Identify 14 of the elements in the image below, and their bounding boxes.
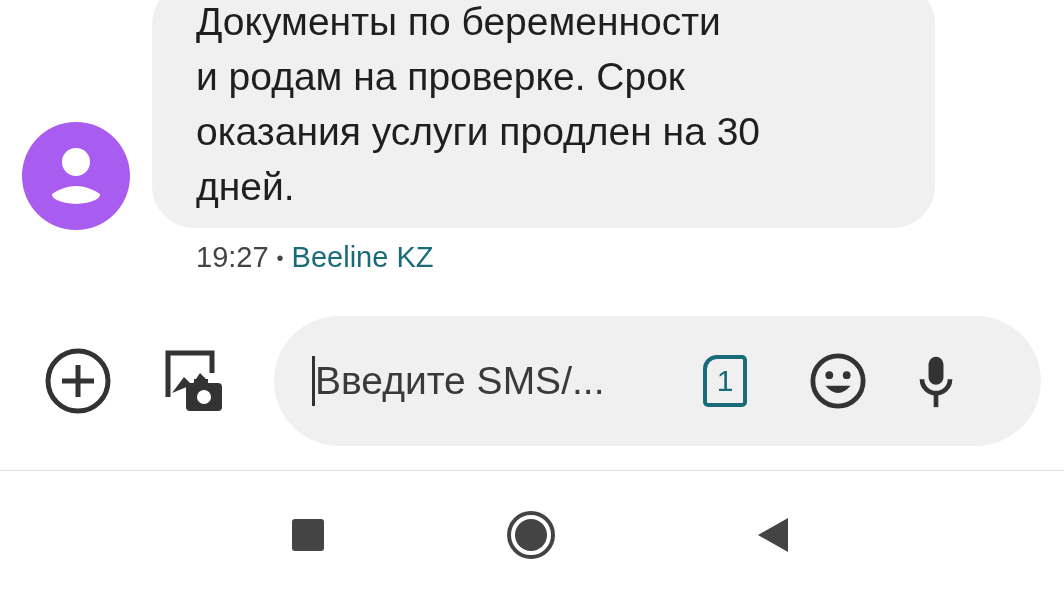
- recents-button[interactable]: [292, 518, 324, 551]
- avatar-icon: [22, 122, 130, 230]
- message-time: 19:27: [196, 240, 269, 276]
- plus-icon: [44, 347, 112, 415]
- add-button[interactable]: [44, 347, 112, 415]
- message-text: Документы по беременности и родам на проверке. Срок оказания услуги продлен на 30 дней.: [196, 0, 762, 210]
- message-input-field[interactable]: Введите SMS/... 1: [274, 316, 1041, 446]
- emoji-icon[interactable]: [809, 352, 867, 410]
- back-button[interactable]: [756, 515, 790, 554]
- sender-label: Beeline KZ: [291, 240, 434, 276]
- text-cursor: [312, 356, 315, 406]
- home-button[interactable]: [506, 509, 556, 560]
- sim-button[interactable]: 1: [703, 355, 747, 407]
- separator-dot: •: [276, 246, 284, 271]
